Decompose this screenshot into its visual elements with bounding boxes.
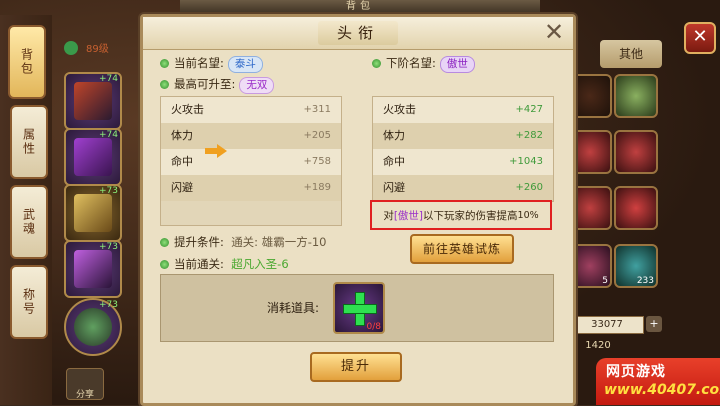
inventory-slot-4[interactable]: +73 — [64, 240, 122, 298]
level-value: 89级 — [86, 44, 109, 55]
max-rank-label: 最高可升至: — [174, 77, 236, 91]
left-tab-rail: 背包 属性 武魂 称号 — [0, 15, 52, 405]
item-slot[interactable]: 233 — [614, 244, 658, 288]
bag-banner: 背包 — [180, 0, 540, 14]
dialog-header: 头衔 ✕ — [143, 17, 573, 50]
plus-button[interactable]: + — [646, 316, 662, 332]
pass-value: 超凡入圣-6 — [231, 257, 289, 271]
current-rank-label: 当前名望: — [174, 56, 224, 70]
armor-icon — [74, 194, 112, 232]
note-prefix: 对 — [383, 209, 394, 222]
damage-bonus-note: 对 [傲世] 以下玩家的伤害提高 10% — [370, 200, 552, 230]
stat-value: +189 — [303, 182, 331, 193]
stat-value: +205 — [303, 130, 331, 141]
stat-name: 体力 — [383, 129, 405, 142]
robe-icon — [74, 138, 112, 176]
watermark-line2: www.40407.com — [604, 382, 720, 398]
consume-panel: 消耗道具: 0/8 — [160, 274, 554, 342]
next-rank-label: 下阶名望: — [386, 56, 436, 70]
bullet-icon — [160, 238, 169, 247]
add-icon-bar — [343, 304, 377, 314]
stat-row: 火攻击 +427 — [373, 97, 553, 123]
stat-name: 闪避 — [171, 181, 193, 194]
condition-label: 提升条件: — [174, 235, 224, 249]
bullet-icon — [160, 260, 169, 269]
stat-value: +282 — [515, 130, 543, 141]
consume-label: 消耗道具: — [267, 301, 320, 315]
watermark-line1: 网页游戏 — [606, 364, 666, 380]
stat-row: 火攻击 +311 — [161, 97, 341, 123]
stat-row: 命中 +758 — [161, 149, 341, 175]
pass-label: 当前通关: — [174, 257, 224, 271]
next-rank-row: 下阶名望: 傲世 — [372, 55, 475, 73]
consume-item-slot[interactable]: 0/8 — [333, 282, 385, 334]
close-icon[interactable]: ✕ — [541, 19, 567, 45]
stat-row: 闪避 +260 — [373, 175, 553, 201]
close-icon[interactable]: ✕ — [684, 22, 716, 54]
upgrade-condition-row: 提升条件: 通关: 雄霸一方-10 — [160, 234, 327, 250]
hero-trial-button[interactable]: 前往英雄试炼 — [410, 234, 514, 264]
inventory-slot-1[interactable]: +74 — [64, 72, 122, 130]
stat-value: +1043 — [509, 156, 543, 167]
inventory-slot-3[interactable]: +73 — [64, 184, 122, 242]
slot-level: +73 — [99, 300, 118, 310]
gem-icon — [64, 41, 78, 55]
consume-count: 0/8 — [366, 322, 381, 332]
item-slot[interactable] — [614, 74, 658, 118]
item-count: 5 — [602, 276, 608, 286]
item-slot[interactable] — [614, 186, 658, 230]
note-suffix: 以下玩家的伤害提高 — [423, 209, 518, 222]
tab-title[interactable]: 称号 — [10, 265, 48, 339]
stat-value: +427 — [515, 104, 543, 115]
stat-value: +758 — [303, 156, 331, 167]
upgrade-button[interactable]: 提升 — [310, 352, 402, 382]
stat-row: 命中 +1043 — [373, 149, 553, 175]
bullet-icon — [160, 59, 169, 68]
boots-icon — [74, 250, 112, 288]
note-highlight: [傲世] — [393, 209, 424, 222]
tab-other[interactable]: 其他 — [600, 40, 662, 68]
max-rank-row: 最高可升至: 无双 — [160, 76, 275, 94]
stat-name: 火攻击 — [383, 103, 416, 116]
stat-value: +311 — [303, 104, 331, 115]
stat-name: 火攻击 — [171, 103, 204, 116]
current-rank-row: 当前名望: 泰斗 — [160, 55, 263, 73]
tab-bag[interactable]: 背包 — [8, 25, 46, 99]
inventory-slot-2[interactable]: +74 — [64, 128, 122, 186]
weapon-icon — [74, 82, 112, 120]
ring-icon — [74, 308, 112, 346]
stat-row: 体力 +282 — [373, 123, 553, 149]
inventory-slot-5[interactable]: +73 — [64, 298, 122, 356]
item-count: 233 — [636, 276, 654, 286]
note-percent: 10% — [517, 209, 539, 221]
stat-name: 闪避 — [383, 181, 405, 194]
condition-value: 通关: 雄霸一方-10 — [231, 235, 327, 249]
stat-row: 体力 +205 — [161, 123, 341, 149]
stat-name: 体力 — [171, 129, 193, 142]
bottom-value: 1420 — [585, 340, 611, 351]
max-rank-badge: 无双 — [239, 77, 275, 94]
next-stats-table: 火攻击 +427 体力 +282 命中 +1043 闪避 +260 — [372, 96, 554, 202]
arrow-right-icon — [205, 144, 227, 158]
stat-name: 命中 — [383, 155, 405, 168]
current-rank-badge: 泰斗 — [227, 56, 263, 73]
stat-value: +260 — [515, 182, 543, 193]
bullet-icon — [160, 80, 169, 89]
current-pass-row: 当前通关: 超凡入圣-6 — [160, 256, 289, 272]
site-watermark: 网页游戏 www.40407.com — [596, 358, 720, 405]
tab-attributes[interactable]: 属性 — [10, 105, 48, 179]
stat-row: 闪避 +189 — [161, 175, 341, 201]
item-slot[interactable] — [614, 130, 658, 174]
level-text: 89级 — [58, 40, 118, 62]
current-stats-table: 火攻击 +311 体力 +205 命中 +758 闪避 +189 — [160, 96, 342, 226]
share-label: 分享 — [75, 390, 94, 400]
bullet-icon — [372, 59, 381, 68]
amount-field[interactable]: 33077 — [570, 316, 644, 334]
tab-martial-soul[interactable]: 武魂 — [10, 185, 48, 259]
stat-name: 命中 — [171, 155, 193, 168]
next-rank-badge: 傲世 — [439, 56, 475, 73]
share-button[interactable]: 分享 — [66, 368, 104, 400]
dialog-title: 头衔 — [318, 21, 398, 45]
